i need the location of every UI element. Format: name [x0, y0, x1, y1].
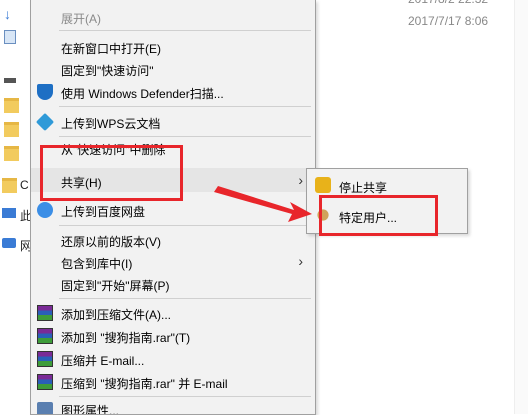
- submenu-item-stop-sharing[interactable]: 停止共享: [307, 173, 467, 197]
- file-date: 2017/8/2 22:32: [408, 0, 488, 10]
- menu-item-label: 上传到百度网盘: [61, 205, 146, 219]
- menu-item-graphics-properties[interactable]: 图形属性...: [31, 400, 315, 414]
- menu-item-label: 固定到"快速访问": [61, 64, 154, 78]
- folder-icon: [4, 122, 19, 137]
- menu-item-pin-start[interactable]: 固定到"开始"屏幕(P): [31, 273, 315, 295]
- annotation-box-share: [40, 145, 183, 201]
- menu-separator: [59, 136, 311, 137]
- scrollbar[interactable]: [514, 0, 528, 414]
- menu-item-include-library[interactable]: 包含到库中(I) ›: [31, 251, 315, 273]
- menu-item-compress-email[interactable]: 压缩并 E-mail...: [31, 348, 315, 370]
- menu-item-label: 使用 Windows Defender扫描...: [61, 87, 224, 101]
- annotation-box-specific-people: [319, 195, 438, 236]
- file-dates: 2017/8/2 22:32 2017/7/17 8:06: [408, 0, 488, 32]
- menu-item-open-new-window[interactable]: 在新窗口中打开(E): [31, 36, 315, 58]
- folder-icon: [2, 178, 17, 193]
- wps-cloud-icon: [35, 112, 55, 132]
- menu-item-label: 压缩并 E-mail...: [61, 354, 145, 368]
- document-icon: [4, 30, 16, 44]
- arrow-down-icon[interactable]: ↓: [4, 6, 20, 22]
- menu-item-compress-rar-email[interactable]: 压缩到 "搜狗指南.rar" 并 E-mail: [31, 371, 315, 393]
- menu-item-defender-scan[interactable]: 使用 Windows Defender扫描...: [31, 81, 315, 103]
- nav-item-label[interactable]: C: [20, 178, 29, 192]
- graphics-properties-icon: [37, 402, 53, 414]
- menu-separator: [59, 106, 311, 107]
- menu-item-label: 展开(A): [61, 12, 101, 26]
- winrar-icon: [37, 374, 53, 390]
- menu-item-expand[interactable]: 展开(A): [31, 6, 315, 28]
- menu-item-label: 添加到 "搜狗指南.rar"(T): [61, 331, 191, 345]
- file-date: 2017/7/17 8:06: [408, 14, 489, 28]
- windows-defender-icon: [37, 84, 53, 100]
- menu-item-label: 压缩到 "搜狗指南.rar" 并 E-mail: [61, 377, 228, 391]
- menu-item-label: 添加到压缩文件(A)...: [61, 308, 171, 322]
- menu-separator: [59, 298, 311, 299]
- drive-icon: [4, 78, 16, 83]
- menu-item-restore-versions[interactable]: 还原以前的版本(V): [31, 229, 315, 251]
- chevron-right-icon: ›: [298, 253, 303, 269]
- menu-item-pin-quick-access[interactable]: 固定到"快速访问": [31, 58, 315, 80]
- network-icon: [2, 238, 16, 248]
- menu-separator: [59, 396, 311, 397]
- arrow-right-icon: [214, 186, 312, 222]
- menu-item-add-archive[interactable]: 添加到压缩文件(A)...: [31, 302, 315, 324]
- winrar-icon: [37, 305, 53, 321]
- menu-item-label: 在新窗口中打开(E): [61, 42, 161, 56]
- menu-item-label: 图形属性...: [61, 404, 120, 414]
- computer-icon: [2, 208, 16, 218]
- baidu-netdisk-icon: [37, 202, 53, 218]
- submenu-item-label: 停止共享: [339, 181, 388, 195]
- annotation-arrow: [214, 186, 312, 222]
- menu-item-label: 固定到"开始"屏幕(P): [61, 279, 170, 293]
- menu-item-upload-wps[interactable]: 上传到WPS云文档: [31, 111, 315, 133]
- menu-item-label: 包含到库中(I): [61, 257, 133, 271]
- menu-item-label: 还原以前的版本(V): [61, 235, 161, 249]
- explorer-nav-pane: ↓ C 此 网: [0, 0, 32, 414]
- winrar-icon: [37, 351, 53, 367]
- folder-icon: [4, 98, 19, 113]
- menu-item-label: 上传到WPS云文档: [61, 117, 161, 131]
- winrar-icon: [37, 328, 53, 344]
- menu-item-add-to-rar[interactable]: 添加到 "搜狗指南.rar"(T): [31, 325, 315, 347]
- menu-separator: [59, 30, 311, 31]
- folder-icon: [4, 146, 19, 161]
